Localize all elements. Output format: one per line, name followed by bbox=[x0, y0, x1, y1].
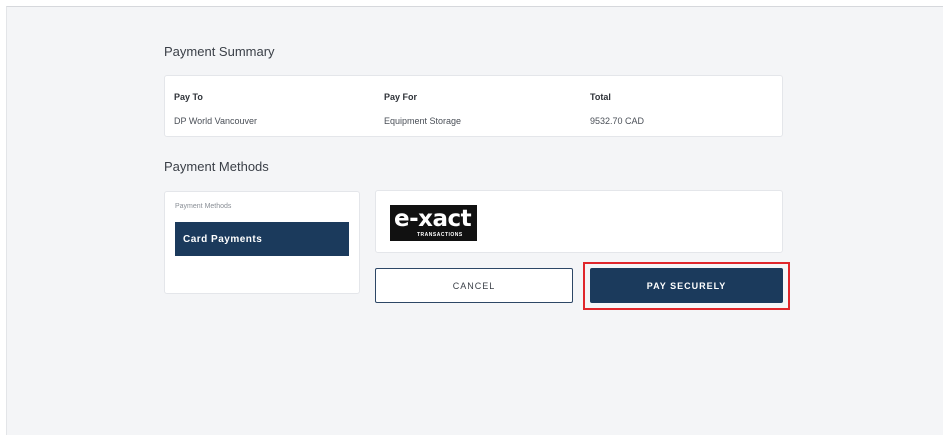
payment-methods-label: Payment Methods bbox=[175, 203, 232, 210]
total-column: Total 9532.70 CAD bbox=[590, 92, 644, 126]
total-header: Total bbox=[590, 92, 611, 102]
cancel-button[interactable]: CANCEL bbox=[375, 268, 573, 303]
logo-main-text: e-xact bbox=[394, 206, 472, 232]
payment-methods-title: Payment Methods bbox=[164, 159, 269, 174]
exact-transactions-logo: e-xact TRANSACTIONS bbox=[390, 205, 477, 241]
payment-provider-card: e-xact TRANSACTIONS bbox=[375, 190, 783, 253]
payment-summary-card: Pay To DP World Vancouver Pay For Equipm… bbox=[164, 75, 783, 137]
pay-to-value: DP World Vancouver bbox=[174, 116, 258, 126]
logo-sub-text: TRANSACTIONS bbox=[417, 232, 463, 238]
pay-for-header: Pay For bbox=[384, 92, 418, 102]
pay-to-column: Pay To DP World Vancouver bbox=[174, 92, 257, 126]
pay-securely-button[interactable]: PAY SECURELY bbox=[590, 268, 783, 303]
card-payments-button[interactable]: Card Payments bbox=[175, 222, 349, 256]
total-value: 9532.70 CAD bbox=[590, 116, 645, 126]
pay-for-value: Equipment Storage bbox=[384, 116, 462, 126]
pay-to-header: Pay To bbox=[174, 92, 203, 102]
payment-methods-panel: Payment Methods Card Payments bbox=[164, 191, 360, 294]
payment-summary-title: Payment Summary bbox=[164, 44, 275, 59]
pay-for-column: Pay For Equipment Storage bbox=[384, 92, 461, 126]
